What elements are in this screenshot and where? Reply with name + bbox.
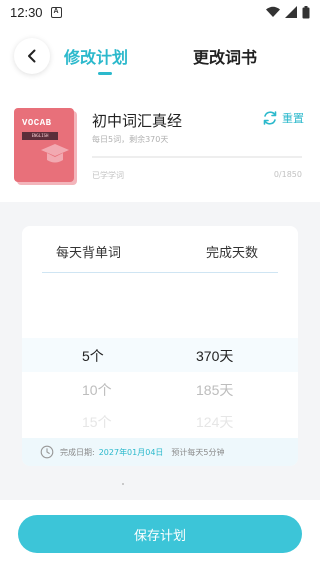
days-option[interactable]: 370天	[196, 346, 233, 366]
book-title: 初中词汇真经	[92, 112, 183, 130]
completion-date: 2027年01月04日	[98, 447, 164, 457]
bottom-bar: 保存计划	[0, 500, 320, 570]
progress-label: 已学学词	[92, 171, 124, 180]
cover-title: VOCAB	[22, 118, 52, 128]
refresh-icon	[263, 111, 277, 125]
tab-modify-plan[interactable]: 修改计划	[64, 44, 128, 68]
graduation-cap-icon	[41, 144, 69, 163]
words-option[interactable]: 15个	[82, 412, 112, 432]
save-plan-button[interactable]: 保存计划	[18, 515, 302, 553]
progress-count: 0/1850	[273, 170, 302, 179]
days-to-finish-header: 完成天数	[206, 246, 259, 261]
completion-prefix: 完成日期:	[60, 447, 95, 457]
picker-selection-band	[22, 338, 298, 372]
picker-divider	[42, 272, 278, 273]
active-tab-indicator	[98, 72, 112, 75]
book-subtitle: 每日5词，剩余370天	[92, 135, 169, 144]
progress-bar	[92, 156, 302, 158]
signal-icon	[285, 6, 297, 18]
daily-estimate: 预计每天5分钟	[171, 447, 225, 457]
days-option[interactable]: 185天	[196, 380, 233, 400]
notification-icon: A	[50, 6, 62, 18]
words-option[interactable]: 5个	[82, 346, 104, 366]
status-time: 12:30	[10, 4, 43, 20]
book-card: VOCAB ENGLISH 初中词汇真经 每日5词，剩余370天 重置 已学学词…	[0, 86, 320, 202]
wifi-icon	[266, 6, 280, 17]
days-option[interactable]: 124天	[196, 412, 233, 432]
reset-label: 重置	[282, 112, 304, 125]
back-button[interactable]	[14, 38, 50, 74]
status-bar: 12:30 A	[0, 0, 320, 24]
header: 修改计划 更改词书	[0, 24, 320, 86]
words-per-day-header: 每天背单词	[56, 246, 122, 261]
status-icons	[266, 5, 310, 19]
cover-tag: ENGLISH	[22, 132, 58, 140]
completion-info: 完成日期: 2027年01月04日 预计每天5分钟	[22, 438, 298, 466]
words-option[interactable]: 10个	[82, 380, 112, 400]
reset-button[interactable]: 重置	[262, 110, 304, 126]
tab-change-book[interactable]: 更改词书	[193, 44, 257, 68]
chevron-left-icon	[28, 49, 36, 63]
battery-icon	[302, 5, 310, 18]
plan-picker: 每天背单词 完成天数 5个 370天 10个 185天 15个 124天 完成日…	[22, 226, 298, 466]
page-dot	[122, 483, 124, 485]
clock-icon	[40, 445, 54, 459]
book-cover: VOCAB ENGLISH	[14, 108, 74, 182]
